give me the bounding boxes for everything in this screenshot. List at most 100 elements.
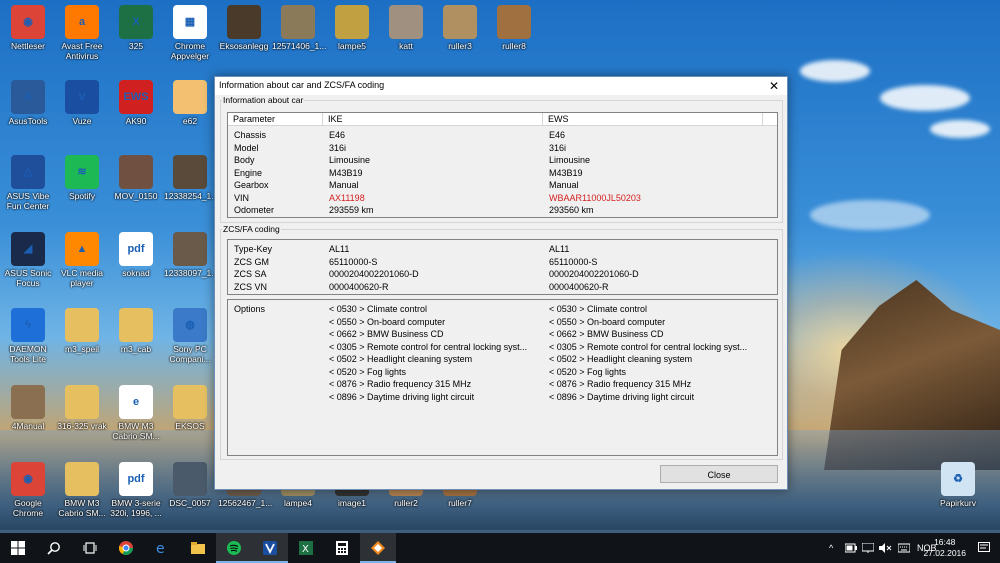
zcs-group-label: ZCS/FA coding [222, 224, 281, 234]
clock[interactable]: 16:48 27.02.2016 [923, 537, 966, 559]
zcs-row: ZCS VN 0000400620-R 0000400620-R [228, 281, 777, 293]
windows-icon [11, 541, 25, 555]
taskbar-spotify[interactable] [216, 533, 252, 563]
desktop-icon[interactable]: ruller8 [488, 5, 540, 51]
car-info-cell-ews: M43B19 [549, 167, 583, 178]
desktop-icon-label: 325 [128, 41, 144, 51]
car-info-cell-param: VIN [234, 192, 250, 203]
desktop-icon[interactable]: m3_cab [110, 308, 162, 354]
app-glyph: pdf [127, 473, 145, 485]
option-item-ike: < 0502 > Headlight cleaning system [329, 354, 473, 364]
desktop-icon[interactable]: 12571406_1... [272, 5, 327, 51]
desktop-icon[interactable]: A AsusTools [2, 80, 54, 126]
desktop-icon-label: ASUS Vibe Fun Center [6, 191, 50, 211]
column-header-ike[interactable]: IKE [323, 113, 543, 126]
desktop-icon-label: Avast Free Antivirus [61, 41, 103, 61]
desktop-icon[interactable]: V Vuze [56, 80, 108, 126]
column-header-parameter[interactable]: Parameter [228, 113, 323, 126]
close-button[interactable]: Close [660, 465, 778, 483]
app-glyph: pdf [127, 243, 145, 255]
close-icon[interactable]: ✕ [761, 77, 787, 95]
taskbar-chrome[interactable] [108, 533, 144, 563]
desktop-icon[interactable]: EWS AK90 [110, 80, 162, 126]
desktop-icon[interactable]: ◢ ASUS Sonic Focus [2, 232, 54, 288]
desktop-icon-label: m3_cab [120, 344, 152, 354]
taskbar-ediabas-tool[interactable] [360, 533, 396, 563]
desktop-icon[interactable]: △ ASUS Vibe Fun Center [2, 155, 54, 211]
desktop-icon[interactable]: ▦ Chrome Appvelger [164, 5, 216, 61]
app-thumbnail-icon [11, 385, 45, 419]
desktop-icon[interactable]: BMW M3 Cabrio SM... [56, 462, 108, 518]
clock-time: 16:48 [934, 537, 956, 547]
start-button[interactable] [0, 533, 36, 563]
desktop-icon[interactable]: 4Manual [2, 385, 54, 431]
taskbar-edge[interactable]: e [144, 533, 180, 563]
app-thumbnail-icon: pdf [119, 462, 153, 496]
desktop-icon-label: 12571406_1... [272, 41, 327, 51]
dialog-titlebar[interactable]: Information about car and ZCS/FA coding … [215, 77, 787, 95]
desktop-icon[interactable]: ◉ Google Chrome [2, 462, 54, 518]
desktop-icon[interactable]: ≋ Spotify [56, 155, 108, 201]
notification-icon[interactable] [978, 542, 990, 554]
column-header-ews[interactable]: EWS [543, 113, 763, 126]
desktop-icon[interactable]: ◉ Nettleser [2, 5, 54, 51]
app-glyph: ◢ [23, 243, 33, 255]
desktop-icon[interactable]: e BMW M3 Cabrio SM... [110, 385, 162, 441]
app-glyph: a [78, 16, 86, 28]
desktop-icon[interactable]: pdf BMW 3-serie 320i, 1996, ... [110, 462, 162, 518]
keyboard-icon[interactable] [898, 543, 910, 553]
battery-icon[interactable] [845, 543, 857, 553]
desktop-icon[interactable]: EKSOS [164, 385, 216, 431]
taskbar: e X ^ NOB 16:48 27.02.2016 [0, 533, 1000, 563]
options-label: Options [234, 304, 266, 314]
desktop-icon[interactable]: m3_speil [56, 308, 108, 354]
wallpaper-cloud [810, 200, 930, 230]
desktop-icon[interactable]: DSC_0057 [164, 462, 216, 508]
car-info-table: Parameter IKE EWS Chassis E46 E46 Model 316i… [227, 112, 778, 218]
desktop-icon-label: image1 [338, 498, 366, 508]
taskbar-excel[interactable]: X [288, 533, 324, 563]
zcs-cell-param: ZCS GM [234, 256, 269, 267]
desktop-icon[interactable]: Eksosanlegg [218, 5, 270, 51]
task-view-button[interactable] [72, 533, 108, 563]
zcs-cell-param: Type-Key [234, 244, 273, 254]
taskbar-file-explorer[interactable] [180, 533, 216, 563]
app-glyph: ◍ [185, 319, 195, 331]
volume-muted-icon[interactable] [879, 543, 893, 553]
options-panel: Options < 0530 > Climate control < 0550 >… [227, 299, 778, 456]
app-thumbnail-icon [389, 5, 423, 39]
app-glyph: EWS [123, 91, 149, 103]
app-glyph: A [24, 91, 32, 103]
desktop-icon[interactable]: MOV_0150 [110, 155, 162, 201]
calculator-icon [336, 541, 348, 555]
desktop-icon[interactable]: lampe5 [326, 5, 378, 51]
app-glyph: ◉ [23, 473, 33, 485]
desktop-icon[interactable]: katt [380, 5, 432, 51]
network-icon[interactable] [862, 543, 874, 553]
app-thumbnail-icon [65, 385, 99, 419]
app-thumbnail-icon: ◉ [11, 462, 45, 496]
desktop-icon[interactable]: 12338097_1... [164, 232, 218, 278]
option-item-ike: < 0305 > Remote control for central lock… [329, 341, 528, 352]
folder-icon [191, 542, 205, 554]
desktop-icon[interactable]: pdf soknad [110, 232, 162, 278]
desktop-icon[interactable]: 12338254_1... [164, 155, 218, 201]
desktop-icon[interactable]: ϟ DAEMON Tools Lite [2, 308, 54, 364]
tray-overflow-chevron[interactable]: ^ [829, 533, 833, 563]
search-button[interactable] [36, 533, 72, 563]
desktop-icon-label: katt [399, 41, 413, 51]
zcs-cell-ews: AL11 [549, 244, 570, 254]
taskbar-calculator[interactable] [324, 533, 360, 563]
desktop-icon[interactable]: X 325 [110, 5, 162, 51]
desktop-icon[interactable]: ▲ VLC media player [56, 232, 108, 288]
car-info-header: Parameter IKE EWS [228, 113, 777, 126]
desktop-icon[interactable]: 316-325 vrak [56, 385, 108, 431]
desktop-icon[interactable]: e62 [164, 80, 216, 126]
desktop-icon[interactable]: ♻ Papirkurv [932, 462, 984, 508]
diamond-tool-icon [371, 541, 385, 555]
desktop-icon[interactable]: ◍ Sony PC Compani... [164, 308, 216, 364]
spotify-icon [227, 541, 241, 555]
taskbar-vuze[interactable] [252, 533, 288, 563]
desktop-icon[interactable]: ruller3 [434, 5, 486, 51]
desktop-icon[interactable]: a Avast Free Antivirus [56, 5, 108, 61]
